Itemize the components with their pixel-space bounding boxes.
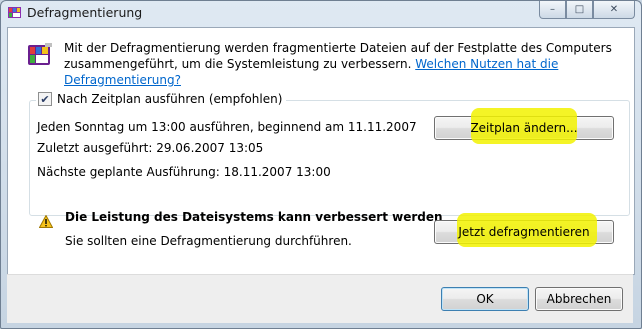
intro-text-block: Mit der Defragmentierung werden fragment…	[64, 40, 624, 88]
ok-label: OK	[476, 292, 494, 306]
defrag-title-icon	[8, 7, 21, 18]
schedule-line-1: Jeden Sonntag um 13:00 ausführen, beginn…	[37, 120, 417, 134]
minimize-button[interactable]: –	[539, 1, 566, 19]
defragment-now-button[interactable]: Jetzt defragmentieren	[434, 213, 614, 247]
schedule-checkbox[interactable]: ✔	[38, 92, 52, 106]
defragment-now-label: Jetzt defragmentieren	[458, 225, 590, 239]
schedule-checkbox-row[interactable]: ✔ Nach Zeitplan ausführen (empfohlen)	[36, 92, 287, 106]
schedule-checkbox-label: Nach Zeitplan ausführen (empfohlen)	[57, 92, 283, 106]
minimize-icon: –	[550, 4, 555, 15]
maximize-button[interactable]: □	[566, 1, 593, 19]
close-button[interactable]: ✕	[593, 1, 635, 19]
ok-button[interactable]: OK	[441, 287, 529, 311]
caption-buttons: – □ ✕	[539, 1, 635, 19]
cancel-label: Abbrechen	[546, 292, 612, 306]
checkmark-icon: ✔	[40, 92, 50, 106]
cancel-button[interactable]: Abbrechen	[535, 287, 623, 311]
warning-icon	[39, 215, 53, 228]
defrag-icon	[28, 43, 52, 65]
dialog-content: Mit der Defragmentierung werden fragment…	[7, 27, 635, 275]
dialog-footer: OK Abbrechen	[7, 274, 633, 323]
defrag-window: Defragmentierung – □ ✕ Mit der Defragmen…	[0, 0, 642, 329]
title-bar[interactable]: Defragmentierung – □ ✕	[1, 1, 641, 25]
next-run-text: Nächste geplante Ausführung: 18.11.2007 …	[37, 165, 331, 179]
maximize-icon: □	[574, 4, 585, 15]
status-detail: Sie sollten eine Defragmentierung durchf…	[65, 234, 352, 248]
close-icon: ✕	[609, 4, 619, 15]
window-title: Defragmentierung	[27, 5, 143, 20]
change-schedule-label: Zeitplan ändern...	[470, 121, 578, 135]
status-headline: Die Leistung des Dateisystems kann verbe…	[65, 210, 443, 224]
last-run-text: Zuletzt ausgeführt: 29.06.2007 13:05	[37, 141, 264, 155]
change-schedule-button[interactable]: Zeitplan ändern...	[434, 108, 614, 144]
